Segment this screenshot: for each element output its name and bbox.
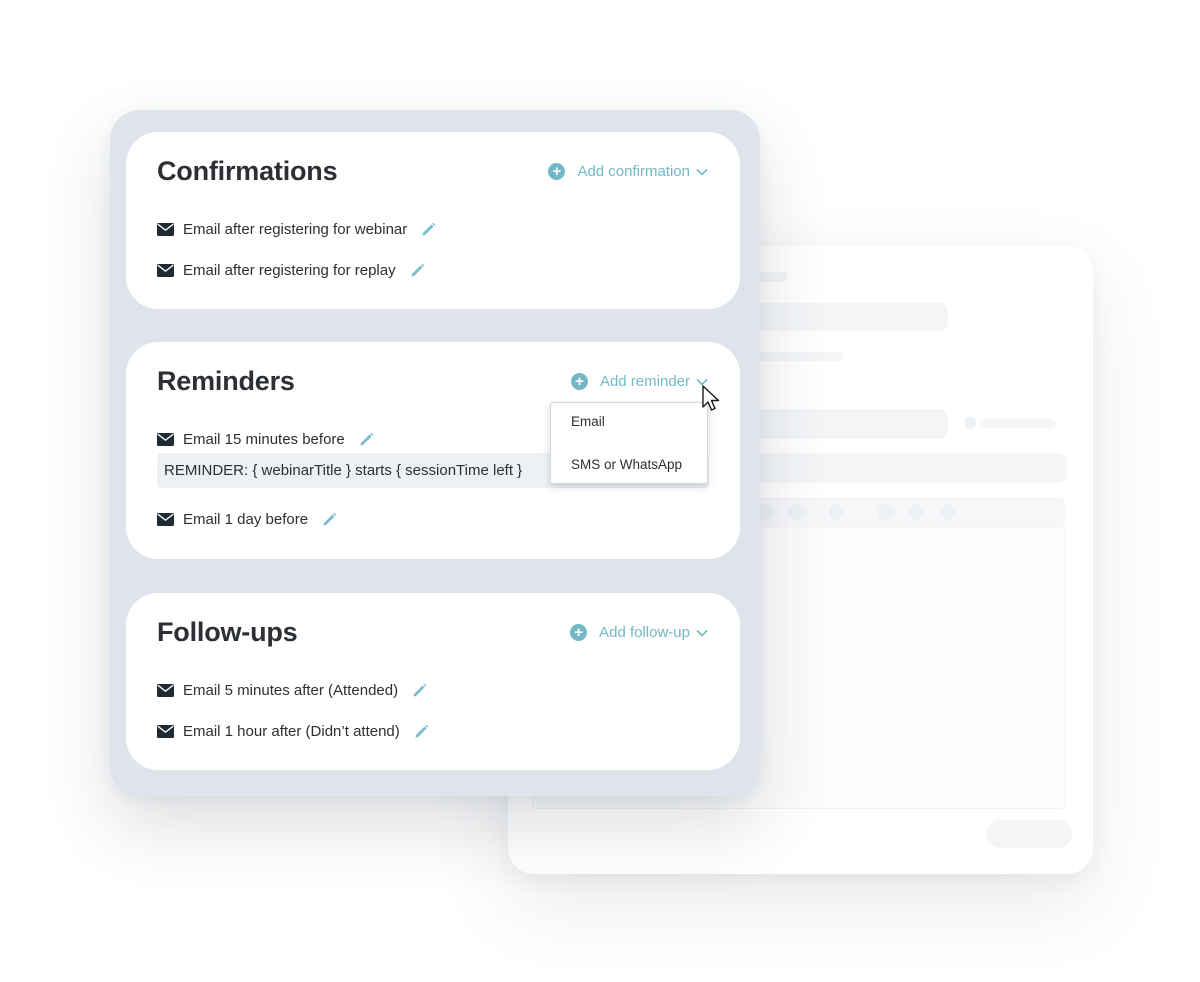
item-label: Email 15 minutes before — [183, 431, 345, 448]
chevron-down-icon — [696, 629, 708, 637]
item-label: Email after registering for webinar — [183, 221, 408, 238]
section-title: Reminders — [157, 366, 295, 396]
add-reminder-dropdown: Email SMS or WhatsApp — [550, 402, 708, 484]
item-label: Email 1 hour after (Didn’t attend) — [183, 723, 400, 740]
chevron-down-icon — [696, 168, 708, 176]
pencil-icon[interactable] — [420, 221, 437, 238]
confirmation-item[interactable]: Email after registering for webinar — [157, 221, 437, 238]
add-followup-button[interactable]: + Add follow-up — [570, 624, 708, 641]
pencil-icon[interactable] — [413, 723, 430, 740]
ghost-subject-input — [748, 453, 1066, 483]
add-reminder-label: Add reminder — [599, 373, 690, 390]
add-followup-label: Add follow-up — [599, 624, 690, 641]
plus-circle-icon: + — [570, 373, 588, 390]
ghost-line — [980, 419, 1056, 428]
confirmation-item[interactable]: Email after registering for replay — [157, 262, 426, 279]
ghost-tool — [908, 504, 924, 520]
ghost-tool — [758, 504, 774, 520]
pencil-icon[interactable] — [321, 511, 338, 528]
plus-circle-icon: + — [548, 163, 566, 180]
ghost-input — [748, 303, 948, 331]
ghost-line — [748, 352, 843, 361]
ghost-tool — [940, 504, 956, 520]
ghost-tool — [828, 504, 844, 520]
dropdown-option-email[interactable]: Email — [571, 414, 605, 429]
plus-circle-icon: + — [570, 624, 588, 641]
item-label: Email after registering for replay — [183, 262, 396, 279]
item-label: Email 1 day before — [183, 511, 309, 528]
followup-item[interactable]: Email 5 minutes after (Attended) — [157, 682, 428, 699]
confirmations-section: Confirmations + Add confirmation Email a… — [126, 132, 740, 309]
pencil-icon[interactable] — [409, 262, 426, 279]
add-reminder-button[interactable]: + Add reminder — [570, 373, 708, 390]
pencil-icon[interactable] — [358, 431, 375, 448]
ghost-input — [748, 409, 948, 439]
envelope-icon — [157, 725, 174, 738]
pencil-icon[interactable] — [411, 682, 428, 699]
ghost-save-button — [986, 820, 1072, 848]
add-confirmation-label: Add confirmation — [577, 163, 690, 180]
envelope-icon — [157, 513, 174, 526]
reminder-item[interactable]: Email 15 minutes before — [157, 431, 375, 448]
envelope-icon — [157, 223, 174, 236]
followups-section: Follow-ups + Add follow-up Email 5 minut… — [126, 593, 740, 770]
envelope-icon — [157, 264, 174, 277]
ghost-tool — [878, 504, 894, 520]
dropdown-option-sms-whatsapp[interactable]: SMS or WhatsApp — [571, 457, 682, 472]
envelope-icon — [157, 433, 174, 446]
followup-item[interactable]: Email 1 hour after (Didn’t attend) — [157, 723, 430, 740]
ghost-tool — [788, 504, 804, 520]
item-label: Email 5 minutes after (Attended) — [183, 682, 399, 699]
section-title: Confirmations — [157, 156, 338, 186]
stage: Confirmations + Add confirmation Email a… — [0, 0, 1200, 982]
section-title: Follow-ups — [157, 617, 298, 647]
ghost-radio — [964, 417, 976, 429]
reminder-item[interactable]: Email 1 day before — [157, 511, 338, 528]
mouse-cursor-icon — [702, 385, 720, 411]
envelope-icon — [157, 684, 174, 697]
add-confirmation-button[interactable]: + Add confirmation — [548, 163, 708, 180]
